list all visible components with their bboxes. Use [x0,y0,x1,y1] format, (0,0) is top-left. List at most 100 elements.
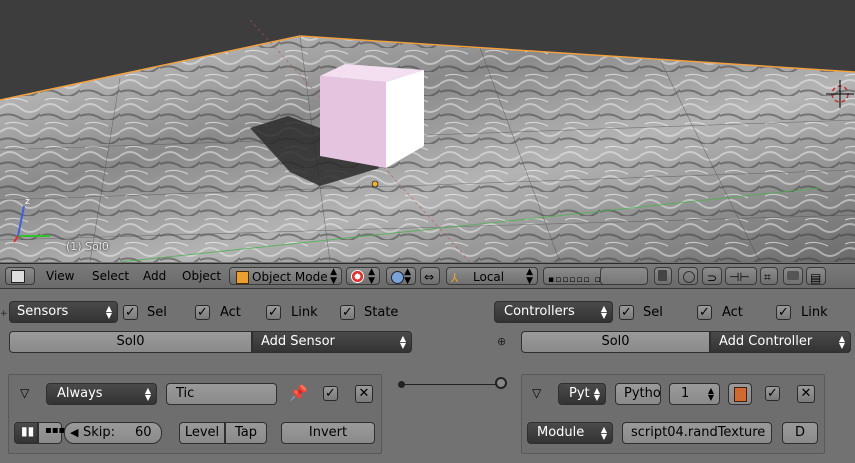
controller-name-input[interactable]: Pytho [615,383,661,405]
controllers-object-button[interactable]: Sol0 [521,331,710,353]
controllers-object-name: Sol0 [601,334,630,349]
tap-toggle[interactable]: Tap [225,422,267,444]
lock-icon [658,270,667,281]
controller-type-select[interactable]: Pyt ▲ ▼ [558,383,606,405]
snap-toggle[interactable]: ⊃ [702,267,722,285]
add-controller-select[interactable]: Add Controller ▲ ▼ [710,331,851,353]
3d-viewport[interactable]: z (1) Sol0 [0,0,855,262]
controllers-link-checkbox[interactable]: ✓ [776,305,791,320]
controller-remove-button[interactable]: ✕ [797,385,815,403]
sensors-sel-checkbox[interactable]: ✓ [123,305,138,320]
pulse-false-icon: ▪▪▪ [45,425,66,436]
pin-icon[interactable]: 📌 [289,384,308,402]
exec-mode-select[interactable]: Module ▲ ▼ [527,422,613,444]
sensors-sel-label: Sel [147,305,167,320]
orientation-label: Local [473,270,505,284]
render-anim-button[interactable]: ▤ [806,267,826,285]
chevron-updown-icon: ▲ ▼ [526,267,533,286]
sensor-link-socket[interactable] [398,381,405,388]
module-value: script04.randTexture [631,425,766,440]
chevron-updown-icon: ▲ ▼ [404,267,411,286]
cube-object [320,64,424,168]
menu-add[interactable]: Add [143,269,166,283]
sensor-active-checkbox[interactable]: ✓ [323,386,338,401]
orientation-select[interactable]: ⅄ Local ▲ ▼ [446,267,538,286]
chevron-updown-icon: ▲ ▼ [368,267,375,286]
sensors-link-checkbox[interactable]: ✓ [266,305,281,320]
skip-value: 60 [135,425,152,440]
controller-priority-select[interactable]: 1 ▲ ▼ [669,383,720,405]
exec-mode-label: Module [537,425,585,440]
chevron-updown-icon: ▲ ▼ [105,304,112,320]
sensors-object-name: Sol0 [116,334,145,349]
controllers-title: Controllers [504,304,575,319]
circle-icon [683,271,695,283]
controllers-act-checkbox[interactable]: ✓ [697,305,712,320]
sensors-act-label: Act [220,305,241,320]
editor-type-button[interactable] [5,267,35,285]
level-label: Level [184,425,220,440]
mode-select[interactable]: Object Mode ▲ ▼ [229,267,342,286]
invert-label: Invert [308,425,348,440]
sensors-link-label: Link [291,305,318,320]
pivot-icon [391,271,404,284]
object-origin [371,180,379,188]
invert-toggle[interactable]: Invert [281,422,375,444]
sensor-name-input[interactable]: Tic [166,383,277,405]
debug-toggle[interactable]: D [782,422,818,444]
lock-layers-button[interactable] [654,267,672,285]
layers-grid-right[interactable] [600,267,648,285]
controller-link-socket[interactable] [495,377,507,389]
menu-view[interactable]: View [46,269,74,283]
pulse-true-toggle[interactable]: ▮▮ [14,422,38,444]
cube-icon [11,270,25,283]
sensor-remove-button[interactable]: ✕ [355,385,373,403]
snap-element-select[interactable]: ⊣⊢ [725,267,757,285]
axis-z-label: z [25,197,30,207]
snap-element-icon: ⊣⊢ [729,270,750,284]
chevron-left-icon[interactable]: ◀ [70,423,78,443]
controller-active-checkbox[interactable]: ✓ [765,386,780,401]
camera-icon [787,271,799,280]
controllers-sel-label: Sel [643,305,663,320]
shading-select[interactable]: ▲ ▼ [346,267,380,286]
proportional-edit-button[interactable] [678,267,698,285]
skip-number-field[interactable]: ◀ Skip: 60 [64,422,162,444]
sensors-filter-select[interactable]: Sensors ▲ ▼ [9,301,118,323]
controller-priority-value: 1 [681,386,690,401]
controllers-link-label: Link [801,305,828,320]
menu-object[interactable]: Object [182,269,221,283]
add-state-icon[interactable]: ⊕ [497,335,506,348]
controllers-sel-checkbox[interactable]: ✓ [619,305,634,320]
menu-select[interactable]: Select [92,269,129,283]
chevron-updown-icon: ▲ ▼ [399,334,406,350]
mode-label: Object Mode [252,270,328,284]
snap-target-button[interactable]: ⌗ [760,267,778,285]
pulse-true-icon: ▮▮ [21,424,35,438]
viewport-header: View Select Add Object Object Mode ▲ ▼ ▲ ▼… [0,263,855,289]
module-input[interactable]: script04.randTexture [622,422,772,444]
controllers-filter-select[interactable]: Controllers ▲ ▼ [494,301,613,323]
bookmark-icon [734,387,747,402]
pivot-select[interactable]: ▲ ▼ [386,267,416,286]
pulse-false-toggle[interactable]: ▪▪▪ [38,422,66,444]
sensors-object-button[interactable]: Sol0 [9,331,252,353]
sensors-state-checkbox[interactable]: ✓ [340,305,355,320]
manipulator-toggle[interactable]: ⇔ [420,267,440,285]
collapse-triangle-icon[interactable]: ▽ [20,386,29,400]
collapse-triangle-icon[interactable]: ▽ [532,386,541,400]
plus-icon[interactable]: + [0,309,8,319]
magnet-icon: ⊃ [707,271,718,285]
render-still-button[interactable] [783,267,803,285]
object-mode-icon [236,271,249,284]
sensors-act-checkbox[interactable]: ✓ [195,305,210,320]
add-sensor-select[interactable]: Add Sensor ▲ ▼ [252,331,412,353]
clapper-icon: ▤ [810,271,822,285]
level-toggle[interactable]: Level [179,422,225,444]
controller-bookmark-button[interactable] [728,383,752,405]
viewport-scene [0,19,855,262]
chevron-updown-icon: ▲ ▼ [600,425,607,441]
sensor-type-select[interactable]: Always ▲ ▼ [46,383,157,405]
grid-snap-icon: ⌗ [764,270,771,284]
active-object-label: (1) Sol0 [66,240,109,253]
